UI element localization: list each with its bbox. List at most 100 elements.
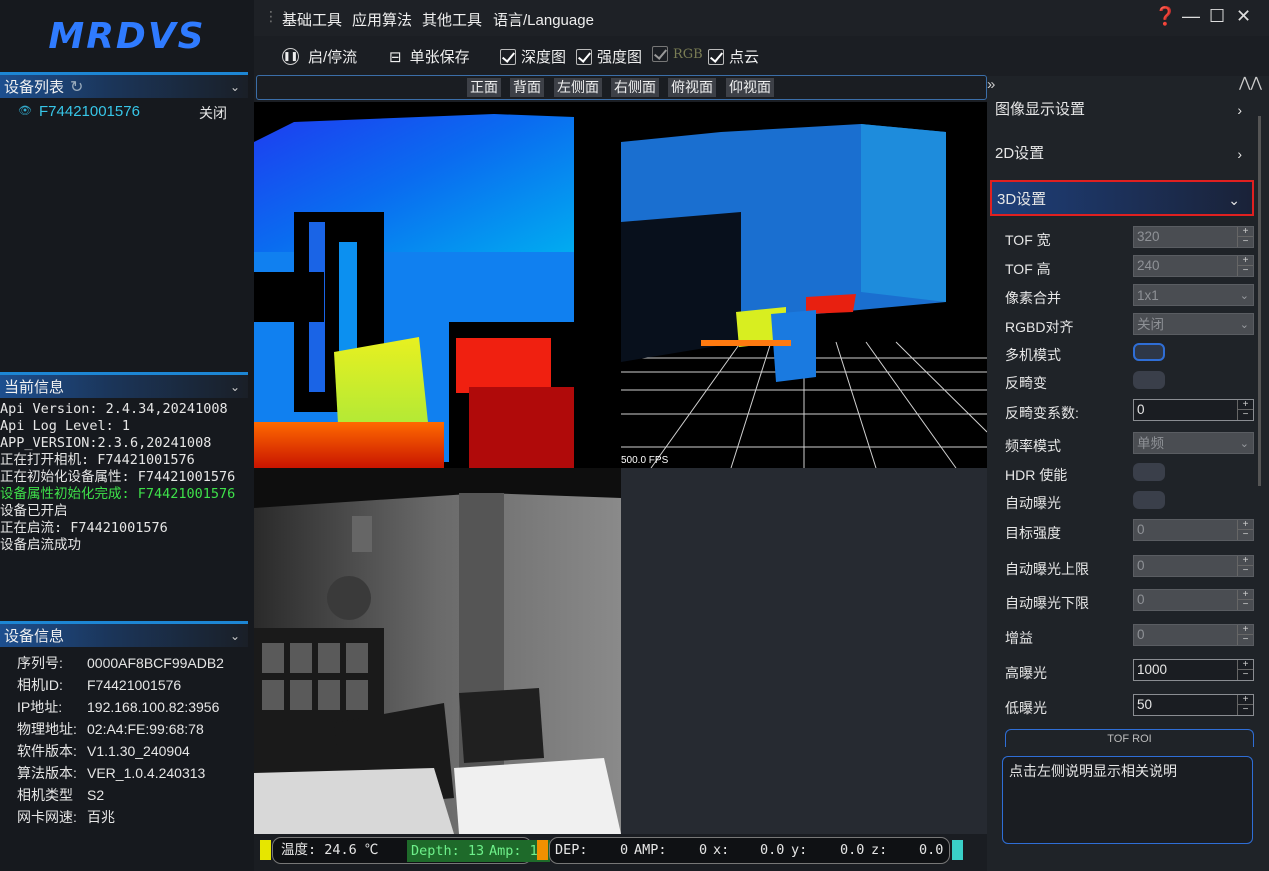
stepper-buttons[interactable]: + − — [1237, 695, 1253, 715]
chevron-down-icon[interactable]: ⌄ — [230, 380, 240, 394]
param-spinbox[interactable]: 0 + − — [1133, 555, 1254, 577]
minus-icon[interactable]: − — [1238, 566, 1253, 576]
minus-icon[interactable]: − — [1238, 670, 1253, 680]
menu-language[interactable]: 语言/Language — [493, 9, 594, 30]
minus-icon[interactable]: − — [1238, 705, 1253, 715]
expand-all-icon[interactable]: ⋀⋀ — [1239, 74, 1262, 91]
stepper-buttons[interactable]: + − — [1237, 256, 1253, 276]
chevron-down-icon[interactable]: ⌄ — [230, 80, 240, 94]
section-2d[interactable]: 2D设置 › — [990, 136, 1254, 172]
param-label[interactable]: 低曝光 — [1005, 698, 1047, 718]
stepper-buttons[interactable]: + − — [1237, 400, 1253, 420]
menu-basic-tools[interactable]: 基础工具 — [282, 9, 342, 30]
view-right-button[interactable]: 右侧面 — [611, 78, 659, 97]
view-back-button[interactable]: 背面 — [510, 78, 544, 97]
scrollbar[interactable] — [1258, 116, 1261, 486]
param-dropdown[interactable]: 单频 ⌄ — [1133, 432, 1254, 454]
view-front-button[interactable]: 正面 — [467, 78, 501, 97]
param-spinbox[interactable]: 0 + − — [1133, 399, 1254, 421]
param-spinbox[interactable]: 240 + − — [1133, 255, 1254, 277]
stepper-buttons[interactable]: + − — [1237, 556, 1253, 576]
param-label[interactable]: HDR 使能 — [1005, 465, 1067, 485]
close-icon[interactable]: ✕ — [1236, 6, 1251, 27]
pixel-readout-box: DEP: 0 AMP: 0 x: 0.0 y: 0.0 z: 0.0 — [549, 837, 950, 864]
minus-icon[interactable]: − — [1238, 530, 1253, 540]
intensity-checkbox[interactable]: 强度图 — [576, 46, 642, 67]
view-bottom-button[interactable]: 仰视面 — [726, 78, 774, 97]
param-toggle[interactable] — [1133, 371, 1165, 389]
param-row: 反畸变系数: 0 + − — [1005, 399, 1255, 425]
minus-icon[interactable]: − — [1238, 635, 1253, 645]
param-dropdown[interactable]: 1x1 ⌄ — [1133, 284, 1254, 306]
stepper-buttons[interactable]: + − — [1237, 227, 1253, 247]
menu-other-tools[interactable]: 其他工具 — [422, 9, 482, 30]
minus-icon[interactable]: − — [1238, 237, 1253, 247]
param-label[interactable]: 频率模式 — [1005, 436, 1061, 456]
view-top-button[interactable]: 俯视面 — [668, 78, 716, 97]
current-info-header[interactable]: 当前信息 ⌄ — [0, 372, 248, 398]
param-label[interactable]: 自动曝光下限 — [1005, 593, 1089, 613]
point-cloud-view[interactable]: 500.0 FPS — [621, 102, 987, 468]
param-label[interactable]: 高曝光 — [1005, 663, 1047, 683]
info-log-line: 正在打开相机: F74421001576 — [0, 452, 195, 468]
info-log-line: 正在初始化设备属性: F74421001576 — [0, 469, 236, 485]
param-label[interactable]: 自动曝光上限 — [1005, 559, 1089, 579]
device-state: 关闭 — [199, 105, 227, 121]
minus-icon[interactable]: − — [1238, 266, 1253, 276]
stepper-buttons[interactable]: + − — [1237, 590, 1253, 610]
device-info-row: IP地址: 192.168.100.82:3956 — [0, 696, 250, 718]
view-left-button[interactable]: 左侧面 — [554, 78, 602, 97]
start-stop-button[interactable]: ❚❚ 启/停流 — [282, 46, 357, 67]
param-label[interactable]: 多机模式 — [1005, 345, 1061, 365]
collapse-panel-icon[interactable]: » — [987, 76, 995, 93]
section-3d[interactable]: 3D设置 ⌄ — [990, 180, 1254, 216]
settings-panel: » ⋀⋀ 图像显示设置 › 2D设置 › 3D设置 ⌄ TOF 宽 320 + − TO… — [987, 74, 1269, 871]
depth-checkbox[interactable]: 深度图 — [500, 46, 566, 67]
param-spinbox[interactable]: 0 + − — [1133, 519, 1254, 541]
param-label[interactable]: 像素合并 — [1005, 288, 1061, 308]
chevron-down-icon[interactable]: ⌄ — [230, 629, 240, 643]
section-image-display[interactable]: 图像显示设置 › — [990, 92, 1254, 128]
single-save-button[interactable]: ⊟ 单张保存 — [389, 46, 470, 67]
rgb-checkbox[interactable]: RGB — [652, 46, 703, 62]
param-toggle[interactable] — [1133, 343, 1165, 361]
stepper-buttons[interactable]: + − — [1237, 660, 1253, 680]
eye-icon: 👁 — [18, 105, 32, 117]
param-spinbox[interactable]: 0 + − — [1133, 589, 1254, 611]
minus-icon[interactable]: − — [1238, 600, 1253, 610]
minus-icon[interactable]: − — [1238, 410, 1253, 420]
menu-app-algorithms[interactable]: 应用算法 — [352, 9, 412, 30]
maximize-icon[interactable]: ☐ — [1209, 6, 1225, 27]
param-label[interactable]: TOF 宽 — [1005, 230, 1051, 250]
param-label[interactable]: 目标强度 — [1005, 523, 1061, 543]
depth-image[interactable] — [254, 102, 621, 468]
param-label[interactable]: 反畸变系数: — [1005, 403, 1079, 423]
stepper-buttons[interactable]: + − — [1237, 625, 1253, 645]
device-list-header[interactable]: 设备列表 ↻ ⌄ — [0, 72, 248, 98]
device-list-item[interactable]: 👁 F74421001576 关闭 — [0, 101, 248, 123]
refresh-icon[interactable]: ↻ — [70, 77, 83, 97]
help-icon[interactable]: ❓ — [1154, 6, 1176, 27]
param-spinbox[interactable]: 1000 + − — [1133, 659, 1254, 681]
param-spinbox[interactable]: 320 + − — [1133, 226, 1254, 248]
param-label[interactable]: 增益 — [1005, 628, 1033, 648]
param-label[interactable]: TOF 高 — [1005, 259, 1051, 279]
app-logo: MRDVS — [48, 15, 206, 57]
intensity-image[interactable] — [254, 468, 621, 834]
param-label[interactable]: 自动曝光 — [1005, 493, 1061, 513]
pointcloud-checkbox[interactable]: 点云 — [708, 46, 759, 67]
param-dropdown[interactable]: 关闭 ⌄ — [1133, 313, 1254, 335]
device-info-header[interactable]: 设备信息 ⌄ — [0, 621, 248, 647]
param-value: 0 — [1137, 558, 1145, 573]
minimize-icon[interactable]: — — [1182, 6, 1200, 27]
param-value: 320 — [1137, 229, 1160, 244]
param-toggle[interactable] — [1133, 463, 1165, 481]
tof-roi-group[interactable]: TOF ROI — [1005, 729, 1254, 747]
param-row: TOF 高 240 + − — [1005, 255, 1255, 281]
param-label[interactable]: 反畸变 — [1005, 373, 1047, 393]
param-spinbox[interactable]: 50 + − — [1133, 694, 1254, 716]
param-spinbox[interactable]: 0 + − — [1133, 624, 1254, 646]
param-toggle[interactable] — [1133, 491, 1165, 509]
param-label[interactable]: RGBD对齐 — [1005, 317, 1073, 337]
stepper-buttons[interactable]: + − — [1237, 520, 1253, 540]
